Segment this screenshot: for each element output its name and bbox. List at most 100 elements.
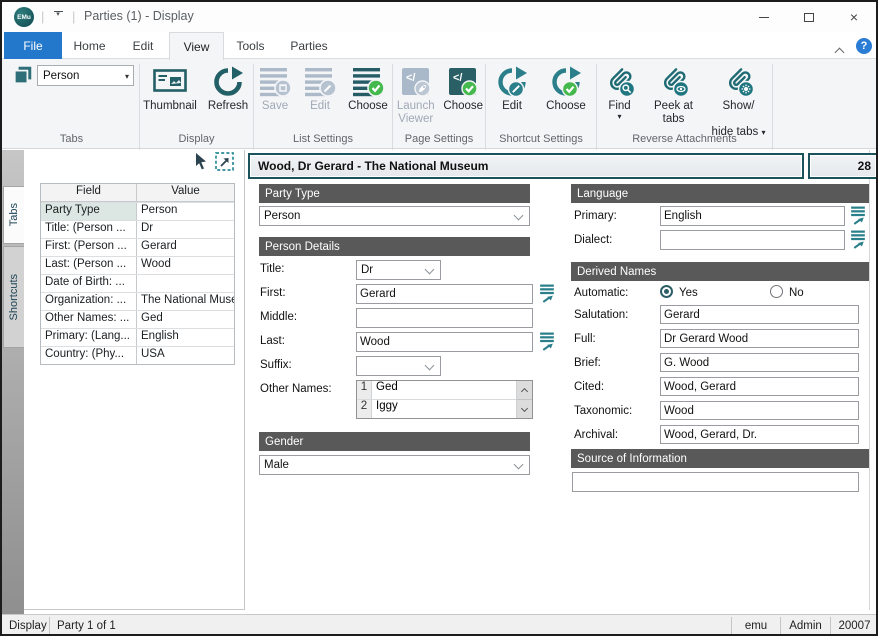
shortcut-edit-button[interactable]: Edit [491, 63, 533, 113]
field-cell[interactable]: Primary: (Lang... [41, 329, 137, 346]
table-row[interactable]: Party TypePerson [41, 202, 234, 220]
shortcut-choose-button[interactable]: Choose [541, 63, 591, 113]
list-choose-button[interactable]: Choose [344, 63, 392, 113]
value-cell[interactable]: Person [137, 203, 234, 220]
middle-name-field[interactable] [356, 308, 533, 328]
value-cell[interactable]: Ged [137, 311, 234, 328]
taxonomic-name-label: Taxonomic: [574, 405, 632, 417]
field-cell[interactable]: Other Names: ... [41, 311, 137, 328]
automatic-yes-radio[interactable] [660, 285, 673, 298]
tab-parties[interactable]: Parties [277, 32, 341, 59]
table-row[interactable]: Other Names: ...Ged [41, 310, 234, 328]
party-type-value: Person [264, 210, 300, 222]
table-row[interactable]: Primary: (Lang...English [41, 328, 234, 346]
other-name-value[interactable]: Ged [372, 381, 398, 399]
party-type-dropdown[interactable]: Person [259, 206, 530, 226]
source-of-information-field[interactable] [572, 472, 859, 492]
value-cell[interactable]: Dr [137, 221, 234, 238]
field-cell[interactable]: First: (Person ... [41, 239, 137, 256]
value-cell[interactable] [137, 275, 234, 292]
primary-language-label: Primary: [574, 210, 617, 222]
table-row[interactable]: Organization: ...The National Museum [41, 292, 234, 310]
refresh-icon [212, 64, 244, 100]
other-name-row[interactable]: 2 Iggy [357, 400, 516, 419]
field-cell[interactable]: Country: (Phy... [41, 347, 137, 364]
scroll-up-button[interactable] [517, 381, 532, 399]
shortcut-edit-icon [496, 64, 528, 100]
suffix-dropdown[interactable] [356, 356, 441, 376]
archival-name-field[interactable] [660, 425, 859, 444]
form-right-edge [869, 150, 870, 610]
field-cell[interactable]: Title: (Person ... [41, 221, 137, 238]
value-cell[interactable]: Gerard [137, 239, 234, 256]
section-header-person-details: Person Details [259, 237, 530, 256]
other-name-value[interactable]: Iggy [372, 400, 398, 419]
table-row[interactable]: Date of Birth: ... [41, 274, 234, 292]
find-attachments-button[interactable]: Find ▾ [599, 63, 641, 121]
other-names-scrollbar[interactable] [516, 381, 532, 418]
maximize-button[interactable] [793, 2, 825, 32]
show-hide-tabs-paperclip-icon [723, 64, 755, 100]
cited-name-field[interactable] [660, 377, 859, 396]
refresh-button[interactable]: Refresh [203, 63, 253, 113]
scroll-down-button[interactable] [517, 399, 532, 418]
tab-home[interactable]: Home [62, 32, 117, 59]
table-row[interactable]: First: (Person ...Gerard [41, 238, 234, 256]
title-dropdown[interactable]: Dr [356, 260, 441, 280]
field-cell[interactable]: Date of Birth: ... [41, 275, 137, 292]
salutation-field[interactable] [660, 305, 859, 324]
field-cell[interactable]: Organization: ... [41, 293, 137, 310]
tab-view[interactable]: View [169, 32, 224, 60]
other-names-grid[interactable]: 1 Ged 2 Iggy [356, 380, 533, 419]
ribbon-group-list-settings: Save Edit [254, 59, 392, 147]
value-cell[interactable]: The National Museum [137, 293, 234, 310]
quick-access-dropdown[interactable]: ▾ [52, 11, 64, 18]
tab-file[interactable]: File [4, 32, 62, 59]
primary-language-field[interactable] [660, 206, 845, 226]
dialect-lookup-button[interactable] [850, 230, 867, 248]
tab-edit[interactable]: Edit [117, 32, 169, 59]
stacked-tabs-icon[interactable] [12, 64, 34, 91]
table-row[interactable]: Last: (Person ...Wood [41, 256, 234, 274]
full-name-field[interactable] [660, 329, 859, 348]
dialect-field[interactable] [660, 230, 845, 250]
peek-at-tabs-button[interactable]: Peek at tabs [646, 63, 702, 126]
pointer-mode-button[interactable] [194, 153, 210, 175]
value-cell[interactable]: USA [137, 347, 234, 364]
table-header-row: Field Value [41, 184, 234, 202]
title-bar: EMu | ▾ | Parties (1) - Display × [2, 2, 876, 32]
svg-text:</: </ [453, 72, 462, 84]
primary-language-lookup-button[interactable] [850, 206, 867, 224]
sidebar-tab-shortcuts[interactable]: Shortcuts [3, 246, 24, 348]
help-button[interactable]: ? [856, 38, 872, 54]
titlebar-separator: | [72, 9, 75, 24]
last-name-label: Last: [260, 335, 285, 347]
automatic-no-radio[interactable] [770, 285, 783, 298]
minimize-button[interactable] [748, 2, 780, 32]
tab-selector-dropdown[interactable]: Person ▾ [37, 65, 134, 86]
thumbnail-button[interactable]: Thumbnail [140, 63, 200, 113]
tab-tools[interactable]: Tools [224, 32, 277, 59]
last-name-field[interactable] [356, 332, 533, 352]
brief-name-field[interactable] [660, 353, 859, 372]
field-cell[interactable]: Last: (Person ... [41, 257, 137, 274]
table-row[interactable]: Country: (Phy...USA [41, 346, 234, 364]
first-name-lookup-button[interactable] [539, 284, 556, 302]
value-cell[interactable]: English [137, 329, 234, 346]
value-cell[interactable]: Wood [137, 257, 234, 274]
list-save-icon [259, 64, 291, 100]
taxonomic-name-field[interactable] [660, 401, 859, 420]
column-header-field: Field [41, 184, 137, 201]
field-cell[interactable]: Party Type [41, 203, 137, 220]
first-name-field[interactable] [356, 284, 533, 304]
show-hide-tabs-button[interactable]: Show/ hide tabs ▾ [707, 63, 771, 139]
gender-dropdown[interactable]: Male [259, 455, 530, 475]
other-name-row[interactable]: 1 Ged [357, 381, 516, 400]
page-choose-icon: </ [447, 64, 479, 100]
table-row[interactable]: Title: (Person ...Dr [41, 220, 234, 238]
page-choose-button[interactable]: </ Choose [441, 63, 485, 113]
marquee-select-button[interactable] [215, 152, 235, 177]
last-name-lookup-button[interactable] [539, 332, 556, 350]
close-button[interactable]: × [838, 2, 870, 32]
sidebar-tab-tabs[interactable]: Tabs [3, 186, 24, 244]
